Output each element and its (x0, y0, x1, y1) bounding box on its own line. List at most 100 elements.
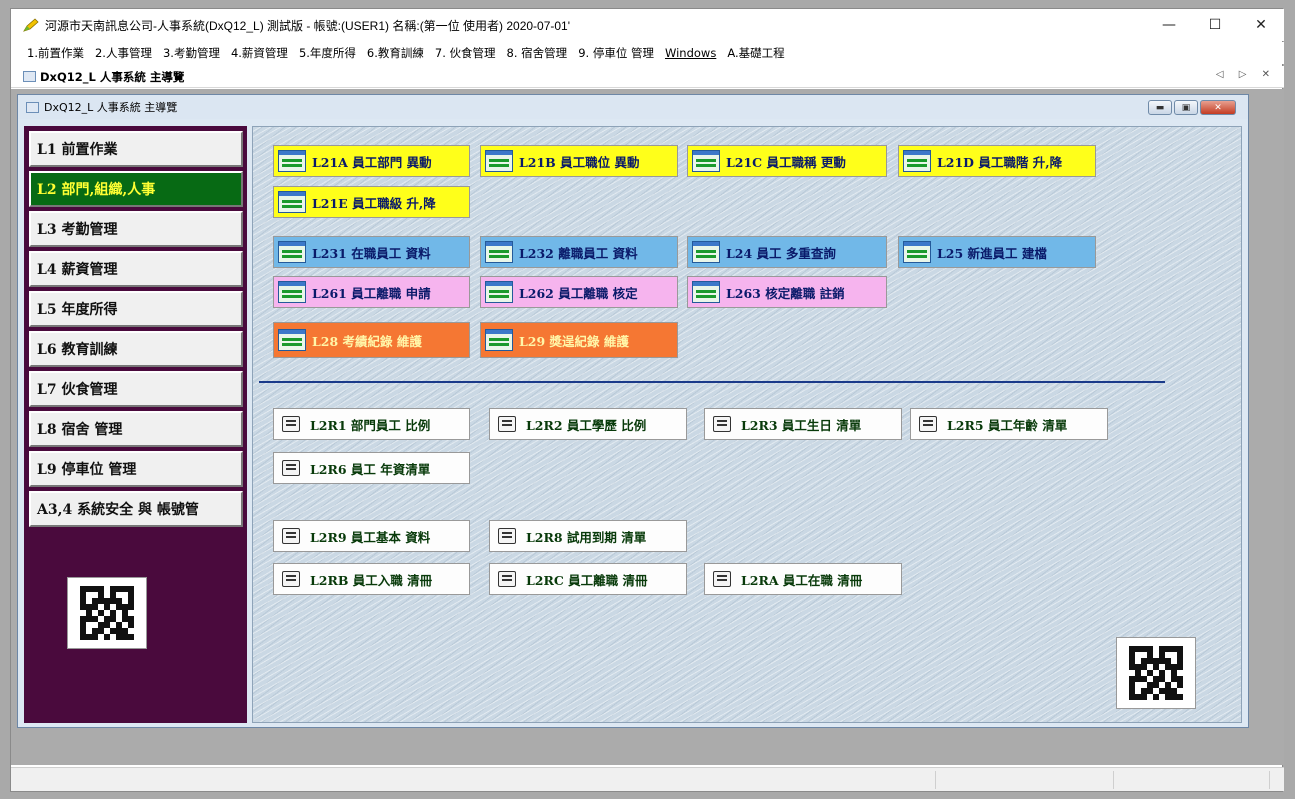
window-icon (26, 101, 39, 113)
child-minimize-button[interactable]: ▬ (1148, 100, 1172, 115)
button-l263[interactable]: L263 核定離職 註銷 (687, 276, 887, 308)
sidebar-item-l7[interactable]: L7 伙食管理 (29, 371, 243, 407)
menu-item-training[interactable]: 6.教育訓練 (367, 45, 424, 61)
button-label: L2R9 員工基本 資料 (310, 529, 431, 545)
form-icon (485, 241, 513, 263)
button-label: L2R8 試用到期 清單 (526, 529, 647, 545)
menu-item-base-engineering[interactable]: A.基礎工程 (727, 45, 784, 61)
sidebar-item-l8[interactable]: L8 宿舍 管理 (29, 411, 243, 447)
button-l232[interactable]: L232 離職員工 資料 (480, 236, 678, 268)
form-icon (278, 329, 306, 351)
button-l21c[interactable]: L21C 員工職稱 更動 (687, 145, 887, 177)
menu-item-annual-income[interactable]: 5.年度所得 (299, 45, 356, 61)
form-icon (278, 241, 306, 263)
button-l24[interactable]: L24 員工 多重查詢 (687, 236, 887, 268)
button-l21d[interactable]: L21D 員工職階 升,降 (898, 145, 1096, 177)
report-button-l2r3[interactable]: L2R3 員工生日 清單 (704, 408, 902, 440)
close-button[interactable]: ✕ (1238, 9, 1284, 41)
form-icon (485, 329, 513, 351)
mdi-workspace: DxQ12_L 人事系統 主導覽 ▬ ▣ ✕ L1 前置作業 L2 部門,組織,… (11, 89, 1284, 765)
button-label: L2RB 員工入職 清冊 (310, 572, 433, 588)
report-button-l2rc[interactable]: L2RC 員工離職 清冊 (489, 563, 687, 595)
qr-code-icon (67, 577, 147, 649)
printer-icon (919, 416, 937, 432)
form-icon (278, 281, 306, 303)
child-maximize-button[interactable]: ▣ (1174, 100, 1198, 115)
button-l261[interactable]: L261 員工離職 申請 (273, 276, 470, 308)
button-label: L21C 員工職稱 更動 (726, 154, 846, 170)
report-button-l2r8[interactable]: L2R8 試用到期 清單 (489, 520, 687, 552)
button-l21e[interactable]: L21E 員工職級 升,降 (273, 186, 470, 218)
report-button-l2rb[interactable]: L2RB 員工入職 清冊 (273, 563, 470, 595)
button-label: L2R6 員工 年資清單 (310, 461, 431, 477)
report-button-l2r5[interactable]: L2R5 員工年齡 清單 (910, 408, 1108, 440)
button-label: L232 離職員工 資料 (519, 245, 638, 261)
printer-icon (498, 416, 516, 432)
button-l21b[interactable]: L21B 員工職位 異動 (480, 145, 678, 177)
form-icon (903, 150, 931, 172)
sidebar-item-l9[interactable]: L9 停車位 管理 (29, 451, 243, 487)
form-icon (903, 241, 931, 263)
status-separator (1113, 771, 1114, 789)
report-button-l2r9[interactable]: L2R9 員工基本 資料 (273, 520, 470, 552)
menu-item-payroll[interactable]: 4.薪資管理 (231, 45, 288, 61)
tab-navigation-arrows[interactable]: ◁ ▷ ✕ (1216, 69, 1276, 80)
form-icon (278, 191, 306, 213)
sidebar-item-l1[interactable]: L1 前置作業 (29, 131, 243, 167)
button-l231[interactable]: L231 在職員工 資料 (273, 236, 470, 268)
menu-item-attendance[interactable]: 3.考勤管理 (163, 45, 220, 61)
sidebar-item-l6[interactable]: L6 教育訓練 (29, 331, 243, 367)
menu-item-dormitory[interactable]: 8. 宿舍管理 (507, 45, 568, 61)
child-close-button[interactable]: ✕ (1200, 100, 1236, 115)
button-label: L262 員工離職 核定 (519, 285, 638, 301)
report-button-l2r6[interactable]: L2R6 員工 年資清單 (273, 452, 470, 484)
maximize-button[interactable]: ☐ (1192, 9, 1238, 41)
button-label: L21D 員工職階 升,降 (937, 154, 1063, 170)
button-label: L21A 員工部門 異動 (312, 154, 432, 170)
form-icon (278, 150, 306, 172)
tab-label: DxQ12_L 人事系統 主導覽 (40, 69, 185, 84)
menu-item-parking[interactable]: 9. 停車位 管理 (578, 45, 654, 61)
minimize-button[interactable]: — (1146, 9, 1192, 41)
child-title-bar: DxQ12_L 人事系統 主導覽 ▬ ▣ ✕ (18, 95, 1248, 119)
child-window: DxQ12_L 人事系統 主導覽 ▬ ▣ ✕ L1 前置作業 L2 部門,組織,… (17, 94, 1249, 728)
button-l28[interactable]: L28 考績紀錄 維護 (273, 322, 470, 358)
window-title: 河源市天南訊息公司-人事系統(DxQ12_L) 測試版 - 帳號:(USER1)… (45, 18, 571, 33)
form-icon (692, 281, 720, 303)
sidebar-item-l2[interactable]: L2 部門,組織,人事 (29, 171, 243, 207)
menu-item-meals[interactable]: 7. 伙食管理 (435, 45, 496, 61)
sidebar-item-l5[interactable]: L5 年度所得 (29, 291, 243, 327)
sidebar-item-l4[interactable]: L4 薪資管理 (29, 251, 243, 287)
menu-bar: 1.前置作業 2.人事管理 3.考勤管理 4.薪資管理 5.年度所得 6.教育訓… (11, 42, 1284, 64)
button-l21a[interactable]: L21A 員工部門 異動 (273, 145, 470, 177)
tab-main-navigation[interactable]: DxQ12_L 人事系統 主導覽 (23, 69, 184, 85)
form-icon (485, 150, 513, 172)
menu-item-setup[interactable]: 1.前置作業 (27, 45, 84, 61)
button-label: L261 員工離職 申請 (312, 285, 431, 301)
status-bar (11, 767, 1284, 791)
menu-item-windows[interactable]: Windows (665, 46, 716, 60)
button-label: L2RA 員工在職 清冊 (741, 572, 863, 588)
child-window-title: DxQ12_L 人事系統 主導覽 (44, 101, 178, 114)
menu-item-personnel[interactable]: 2.人事管理 (95, 45, 152, 61)
sidebar-item-a34[interactable]: A3,4 系統安全 與 帳號管 (29, 491, 243, 527)
button-label: L21B 員工職位 異動 (519, 154, 640, 170)
report-button-l2r1[interactable]: L2R1 部門員工 比例 (273, 408, 470, 440)
sidebar-item-l3[interactable]: L3 考勤管理 (29, 211, 243, 247)
report-button-l2r2[interactable]: L2R2 員工學歷 比例 (489, 408, 687, 440)
printer-icon (713, 416, 731, 432)
qr-code-icon (1116, 637, 1196, 709)
button-l25[interactable]: L25 新進員工 建檔 (898, 236, 1096, 268)
button-label: L263 核定離職 註銷 (726, 285, 845, 301)
section-divider (259, 381, 1165, 383)
document-tab-strip: DxQ12_L 人事系統 主導覽 ◁ ▷ ✕ (11, 66, 1284, 88)
button-l262[interactable]: L262 員工離職 核定 (480, 276, 678, 308)
window-icon (23, 71, 36, 82)
form-icon (692, 241, 720, 263)
button-label: L2RC 員工離職 清冊 (526, 572, 648, 588)
printer-icon (498, 528, 516, 544)
status-separator (935, 771, 936, 789)
button-label: L2R5 員工年齡 清單 (947, 417, 1068, 433)
report-button-l2ra[interactable]: L2RA 員工在職 清冊 (704, 563, 902, 595)
button-l29[interactable]: L29 獎逞紀錄 維護 (480, 322, 678, 358)
